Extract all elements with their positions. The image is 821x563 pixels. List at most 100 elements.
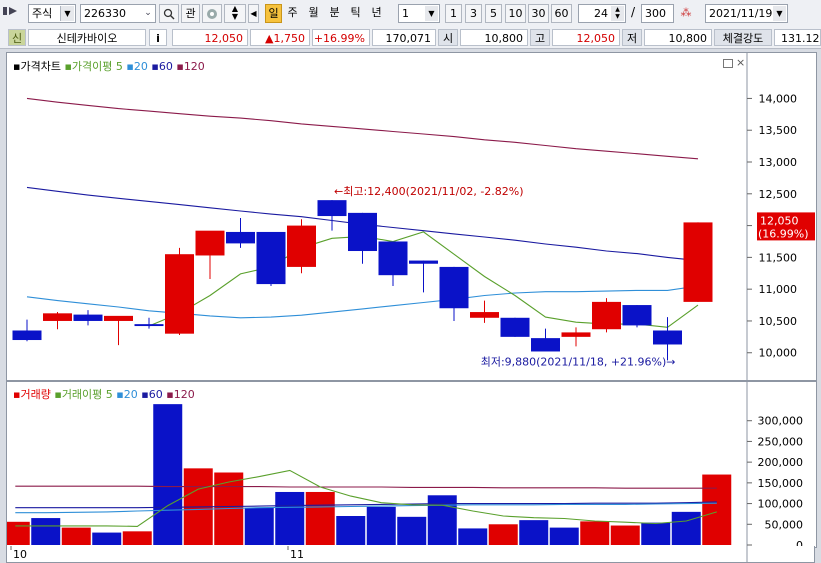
- price-candle-down: [256, 231, 286, 285]
- grid-icon[interactable]: ⁂: [677, 4, 695, 23]
- quick-interval-1[interactable]: 1: [445, 4, 462, 23]
- price-legend-ma120: 120: [183, 60, 205, 73]
- view-count-value: 24: [594, 7, 608, 20]
- quick-interval-10[interactable]: 10: [505, 4, 526, 23]
- volume-chart: 300,000 250,000 200,000 150,000 100,000 50,00…: [7, 382, 804, 547]
- search-icon[interactable]: [159, 4, 179, 23]
- price-tick-label: 11,500: [759, 251, 798, 264]
- last-price-pct: (16.99%): [758, 227, 809, 240]
- settings-icon[interactable]: [202, 4, 222, 23]
- price-candle-down: [12, 330, 42, 341]
- price-legend-ma60: 60: [158, 60, 173, 73]
- volume-bar-up: [7, 521, 30, 545]
- total-count-input[interactable]: 300: [641, 4, 674, 23]
- toolbar: 주식 ▼ 226330 ⌄ 관 ▲ ▼ ◀ 일 주 월 분 틱 년 1 ▼ 1 3…: [0, 0, 821, 27]
- market-select[interactable]: 주식 ▼: [28, 4, 76, 23]
- quick-interval-60[interactable]: 60: [551, 4, 572, 23]
- panel-maximize-icon[interactable]: [723, 59, 733, 68]
- high-price: 12,050: [552, 29, 620, 46]
- price-legend-ma5: 5: [115, 60, 123, 73]
- volume-bar-down: [671, 511, 701, 545]
- open-price: 10,800: [460, 29, 528, 46]
- price-candle-up: [287, 225, 316, 267]
- interval-select[interactable]: 1 ▼: [398, 4, 440, 23]
- price-legend-ma20: 20: [133, 60, 148, 73]
- trade-volume: 170,071: [372, 29, 436, 46]
- info-button[interactable]: i: [149, 29, 167, 46]
- stepper-icon[interactable]: ▲ ▼: [224, 4, 246, 23]
- price-candle-up: [561, 332, 591, 337]
- credit-badge: 신: [8, 29, 26, 46]
- price-candle-down: [409, 260, 438, 264]
- last-price-label: 12,050: [760, 214, 799, 227]
- menu-icon[interactable]: [2, 4, 24, 23]
- price-candle-down: [73, 314, 103, 321]
- low-annotation: 최저:9,880(2021/11/18, +21.96%)→: [481, 355, 676, 368]
- price-tick-label: 10,000: [759, 347, 798, 360]
- volume-bar-up: [488, 524, 518, 545]
- quick-interval-30[interactable]: 30: [528, 4, 549, 23]
- volume-bar-down: [275, 491, 305, 545]
- period-minute[interactable]: 분: [326, 4, 343, 23]
- low-price: 10,800: [644, 29, 712, 46]
- price-change-pct: +16.99%: [312, 29, 370, 46]
- price-legend-title: 가격차트: [20, 60, 61, 73]
- price-candle-up: [165, 254, 194, 334]
- code-input[interactable]: 226330 ⌄: [80, 4, 156, 23]
- market-value: 주식: [32, 7, 53, 20]
- price-candle-down: [500, 317, 530, 337]
- price-ma120-line: [26, 97, 699, 160]
- volume-bar-down: [519, 520, 549, 545]
- period-tick[interactable]: 틱: [347, 4, 364, 23]
- volume-bar-down: [397, 516, 427, 545]
- price-candle-up: [683, 222, 713, 302]
- volume-tick-label: 200,000: [758, 456, 804, 469]
- price-tick-label: 11,000: [759, 283, 798, 296]
- chevron-down-icon: ⌄: [144, 8, 152, 18]
- price-candle-down: [226, 231, 255, 244]
- view-count-stepper[interactable]: 24 ▲ ▼: [578, 4, 626, 23]
- price-legend-ma: 가격이평: [71, 60, 113, 73]
- volume-tick-label: 100,000: [758, 498, 804, 511]
- price-candle-up: [43, 313, 72, 321]
- volume-bar-down: [549, 527, 579, 545]
- volume-tick-label: 250,000: [758, 435, 804, 448]
- price-candle-up: [104, 315, 133, 321]
- current-price: 12,050: [172, 29, 248, 46]
- price-candle-down: [134, 324, 164, 327]
- high-annotation: ←최고:12,400(2021/11/02, -2.82%): [334, 185, 524, 198]
- x-tick-label: 10: [13, 548, 27, 561]
- period-year[interactable]: 년: [368, 4, 385, 23]
- price-candle-down: [348, 212, 377, 252]
- volume-bar-up: [610, 525, 640, 545]
- date-select[interactable]: 2021/11/19 ▼: [705, 4, 788, 23]
- volume-legend: ▪거래량 ▪거래이평 5 ▪20 ▪60 ▪120: [13, 388, 195, 401]
- volume-legend-ma: 거래이평: [61, 388, 103, 401]
- low-label: 저: [622, 29, 642, 46]
- volume-tick-label: 50,000: [765, 518, 804, 531]
- price-candle-up: [592, 301, 621, 330]
- volume-bar-up: [61, 527, 91, 545]
- period-month[interactable]: 월: [305, 4, 322, 23]
- spin-icon: ▲ ▼: [611, 6, 624, 21]
- period-day[interactable]: 일: [265, 4, 282, 23]
- volume-bar-up: [702, 474, 732, 545]
- price-tick-label: 13,000: [759, 156, 798, 169]
- price-candle-down: [378, 241, 408, 276]
- price-legend: ▪가격차트 ▪가격이평 5 ▪20 ▪60 ▪120: [13, 60, 205, 73]
- price-chart: 14,00013,50013,00012,50012,00011,50011,0…: [12, 53, 815, 380]
- volume-bar-down: [641, 522, 671, 545]
- total-count-value: 300: [645, 7, 666, 20]
- stock-name[interactable]: 신테카바이오: [28, 29, 146, 46]
- quick-interval-3[interactable]: 3: [465, 4, 482, 23]
- quick-interval-5[interactable]: 5: [485, 4, 502, 23]
- price-chart-panel[interactable]: 14,00013,50013,00012,50012,00011,50011,0…: [6, 52, 817, 381]
- period-week[interactable]: 주: [284, 4, 301, 23]
- volume-ma120-line: [15, 485, 717, 489]
- prev-icon[interactable]: ◀: [248, 4, 259, 23]
- watch-button[interactable]: 관: [181, 4, 200, 23]
- volume-chart-panel[interactable]: 300,000 250,000 200,000 150,000 100,000 50,00…: [6, 381, 817, 548]
- chevron-down-icon: ▼: [773, 6, 786, 21]
- volume-bar-down: [458, 528, 488, 545]
- panel-close-icon[interactable]: ×: [736, 56, 745, 69]
